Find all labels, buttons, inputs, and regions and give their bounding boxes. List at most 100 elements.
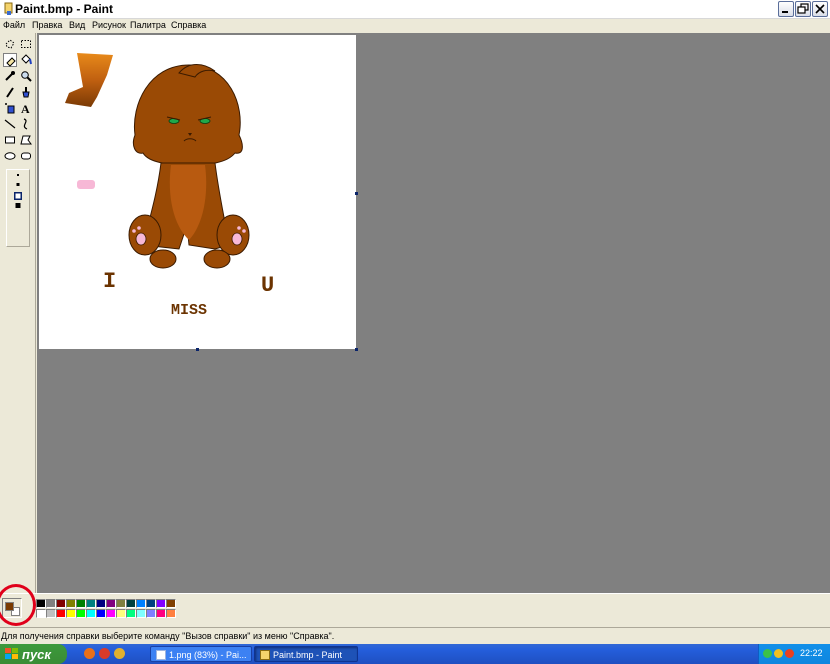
palette-swatch[interactable] [126, 609, 136, 618]
drawing-area[interactable]: I U MISS [37, 33, 830, 593]
color-picker-tool[interactable] [3, 69, 17, 83]
firefox-icon[interactable] [84, 648, 95, 659]
windows-flag-icon [5, 648, 18, 659]
palette-swatch[interactable] [106, 599, 116, 608]
eraser-tool[interactable] [3, 53, 17, 67]
minimize-button[interactable] [778, 1, 794, 17]
restore-button[interactable] [795, 1, 811, 17]
network-icon[interactable] [763, 649, 772, 658]
toolbox: A [0, 33, 36, 593]
resize-handle-bottom[interactable] [196, 348, 199, 351]
menu-colors[interactable]: Палитра [130, 19, 166, 32]
system-tray: 22:22 [758, 644, 830, 664]
cat-head [132, 64, 243, 166]
taskbar-item-1png[interactable]: 1.png (83%) - Pai... [150, 646, 252, 662]
cat-paw-left [149, 249, 177, 269]
pencil-icon [6, 87, 14, 98]
menu-edit[interactable]: Правка [32, 19, 62, 32]
palette-swatch[interactable] [106, 609, 116, 618]
polygon-tool[interactable] [19, 133, 33, 147]
palette-swatch[interactable] [166, 609, 176, 618]
paw-pad-right [231, 232, 243, 246]
palette-swatch[interactable] [166, 599, 176, 608]
rounded-rect-tool[interactable] [19, 149, 33, 163]
tool-options-panel[interactable] [6, 169, 30, 247]
airbrush-tool[interactable] [3, 101, 17, 115]
palette-swatch[interactable] [36, 599, 46, 608]
palette-swatch[interactable] [56, 609, 66, 618]
text-tool[interactable]: A [19, 101, 33, 115]
palette-swatch[interactable] [116, 609, 126, 618]
palette-swatch[interactable] [66, 609, 76, 618]
palette-swatch[interactable] [86, 599, 96, 608]
free-select-tool[interactable] [3, 37, 17, 51]
restore-icon [797, 3, 809, 14]
fill-tool[interactable] [19, 53, 33, 67]
palette-swatch[interactable] [146, 599, 156, 608]
close-button[interactable] [812, 1, 828, 17]
palette-swatch[interactable] [76, 609, 86, 618]
palette-swatch[interactable] [126, 599, 136, 608]
palette-swatch[interactable] [96, 599, 106, 608]
palette-swatch[interactable] [116, 599, 126, 608]
menu-bar: Файл Правка Вид Рисунок Палитра Справка [0, 19, 830, 32]
quicklaunch-icon[interactable] [114, 648, 125, 659]
start-button[interactable]: пуск [0, 644, 67, 664]
security-icon[interactable] [774, 649, 783, 658]
ellipse-tool[interactable] [3, 149, 17, 163]
canvas[interactable]: I U MISS [39, 35, 356, 349]
menu-view[interactable]: Вид [69, 19, 85, 32]
menu-image[interactable]: Рисунок [92, 19, 126, 32]
menu-file[interactable]: Файл [3, 19, 25, 32]
palette-swatch[interactable] [76, 599, 86, 608]
title-bar[interactable]: Paint.bmp - Paint [0, 0, 830, 19]
line-tool[interactable] [3, 117, 17, 131]
rounded-rect-icon [21, 152, 31, 160]
palette-swatch[interactable] [136, 609, 146, 618]
palette-swatch[interactable] [46, 609, 56, 618]
resize-handle-corner[interactable] [355, 348, 358, 351]
pencil-tool[interactable] [3, 85, 17, 99]
rect-select-tool[interactable] [19, 37, 33, 51]
curve-tool[interactable] [19, 117, 33, 131]
eraser-icon [6, 57, 16, 67]
status-help-text: Для получения справки выберите команду "… [1, 631, 335, 641]
palette-swatch[interactable] [86, 609, 96, 618]
cat-paw-right [203, 249, 231, 269]
palette-swatch[interactable] [46, 599, 56, 608]
palette-swatch[interactable] [156, 599, 166, 608]
text-icon: A [21, 102, 30, 114]
palette-swatch[interactable] [146, 609, 156, 618]
taskbar-item-paint[interactable]: Paint.bmp - Paint [254, 646, 358, 662]
palette-swatch[interactable] [136, 599, 146, 608]
clock: 22:22 [800, 648, 823, 658]
brush-tool[interactable] [19, 85, 33, 99]
task-label-1: 1.png (83%) - Pai... [169, 650, 247, 660]
antivirus-icon[interactable] [785, 649, 794, 658]
pink-mark [77, 180, 95, 189]
paw-pad-left [135, 232, 147, 246]
palette-swatch[interactable] [56, 599, 66, 608]
palette-swatch[interactable] [36, 609, 46, 618]
task-label-2: Paint.bmp - Paint [273, 650, 343, 660]
fill-icon [21, 54, 32, 65]
current-colors[interactable] [2, 598, 22, 618]
magnifier-tool[interactable] [19, 69, 33, 83]
resize-handle-right[interactable] [355, 192, 358, 195]
palette-swatch[interactable] [156, 609, 166, 618]
palette-swatch[interactable] [96, 609, 106, 618]
brush-swipe-shape [65, 53, 113, 107]
menu-help[interactable]: Справка [171, 19, 206, 32]
palette-swatch[interactable] [66, 599, 76, 608]
rect-select-icon [21, 40, 31, 48]
rectangle-tool[interactable] [3, 133, 17, 147]
foreground-color[interactable] [5, 602, 14, 611]
svg-text:A: A [21, 102, 30, 114]
color-palette [0, 593, 830, 627]
line-icon [4, 119, 16, 129]
airbrush-icon [5, 103, 15, 114]
eraser-size-options[interactable] [7, 170, 29, 246]
image-file-icon [156, 650, 166, 660]
opera-icon[interactable] [99, 648, 110, 659]
minimize-icon [782, 11, 788, 13]
